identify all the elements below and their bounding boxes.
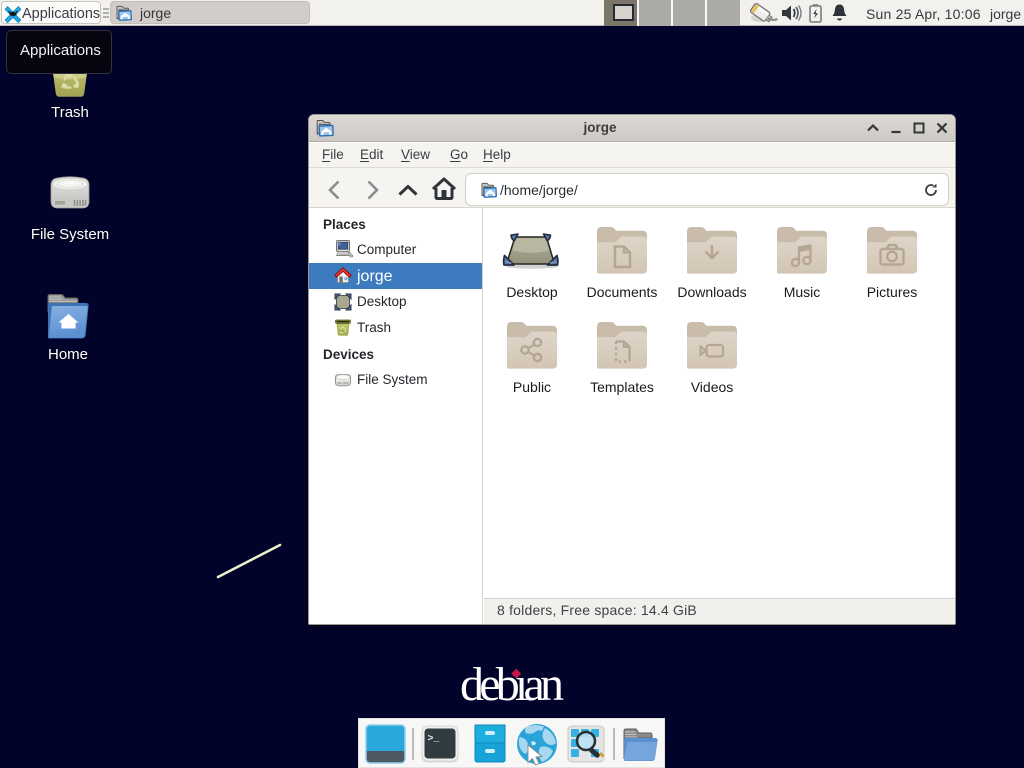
- svg-text:>_: >_: [428, 734, 441, 745]
